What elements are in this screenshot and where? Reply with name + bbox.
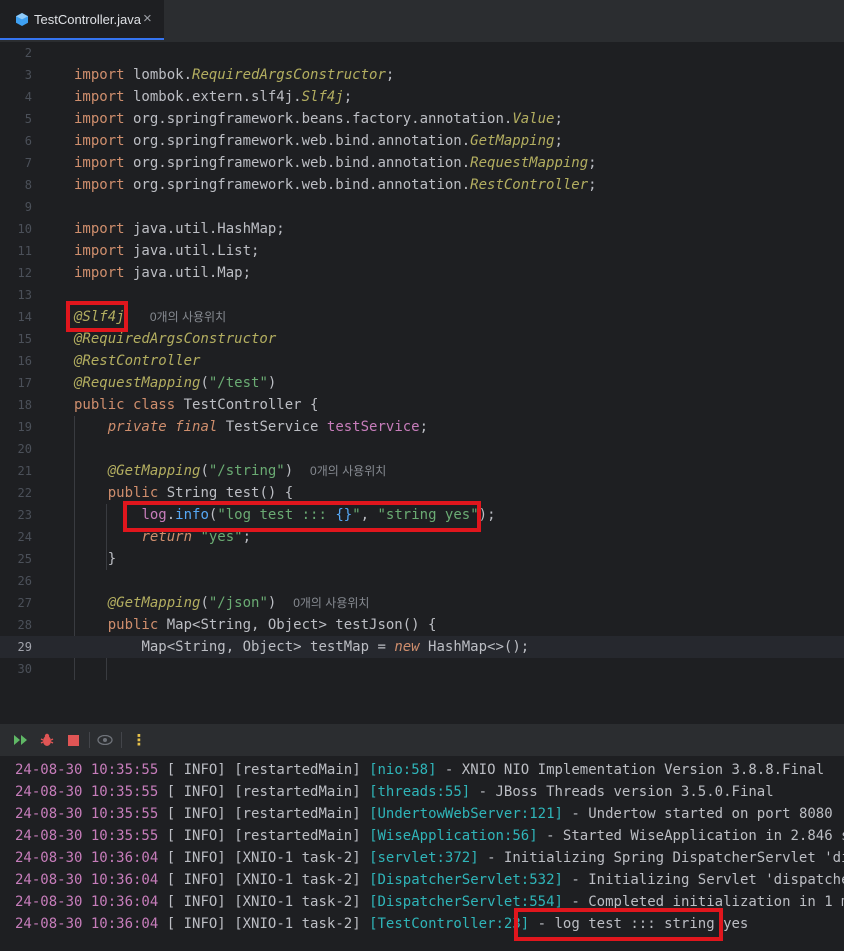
- code-line: 21 @GetMapping("/string") 0개의 사용위치: [17, 463, 387, 479]
- console-line: 24-08-30 10:35:55 [ INFO] [restartedMain…: [15, 784, 774, 800]
- stop-icon[interactable]: [65, 732, 81, 748]
- code-line: 10 import java.util.HashMap;: [17, 221, 285, 237]
- editor-tab-bar: TestController.java ×: [0, 0, 844, 43]
- code-line: 2: [24, 46, 32, 60]
- usage-hint: 0개의 사용위치: [293, 596, 370, 610]
- code-line: 7 import org.springframework.web.bind.an…: [24, 155, 597, 171]
- divider: [121, 732, 122, 748]
- tab-testcontroller[interactable]: TestController.java ×: [0, 0, 164, 40]
- debug-icon[interactable]: [39, 732, 55, 748]
- console-line: 24-08-30 10:35:55 [ INFO] [restartedMain…: [15, 762, 825, 778]
- rerun-icon[interactable]: [13, 732, 29, 748]
- code-line: 12 import java.util.Map;: [17, 265, 252, 281]
- code-line: 5 import org.springframework.beans.facto…: [24, 111, 563, 127]
- code-line: 16 @RestController: [17, 353, 201, 369]
- code-line: 3 import lombok.RequiredArgsConstructor;: [24, 67, 395, 83]
- console-line: 24-08-30 10:36:04 [ INFO] [XNIO-1 task-2…: [15, 850, 844, 866]
- code-line: 18 public class TestController {: [17, 397, 319, 413]
- highlight-slf4j: [66, 301, 128, 332]
- highlight-log-info: [123, 501, 481, 532]
- close-icon[interactable]: ×: [143, 10, 152, 27]
- code-line: 4 import lombok.extern.slf4j.Slf4j;: [24, 89, 353, 105]
- code-line: 6 import org.springframework.web.bind.an…: [24, 133, 563, 149]
- console-line: 24-08-30 10:35:55 [ INFO] [restartedMain…: [15, 806, 844, 822]
- run-toolbar: ⋮: [0, 724, 844, 756]
- divider: [89, 732, 90, 748]
- code-line: 28 public Map<String, Object> testJson()…: [17, 617, 437, 633]
- more-icon[interactable]: ⋮: [131, 731, 147, 749]
- code-line: 30: [17, 662, 32, 676]
- code-line: 27 @GetMapping("/json") 0개의 사용위치: [17, 595, 370, 611]
- usage-hint: 0개의 사용위치: [149, 310, 227, 324]
- current-code-line: 29 Map<String, Object> testMap = new Has…: [0, 636, 844, 658]
- usage-hint: 0개의 사용위치: [310, 464, 387, 478]
- code-editor[interactable]: 2 3 import lombok.RequiredArgsConstructo…: [0, 42, 844, 680]
- code-line: 17 @RequestMapping("/test"): [17, 375, 277, 391]
- console-line: 24-08-30 10:35:55 [ INFO] [restartedMain…: [15, 828, 844, 844]
- code-line: 9: [24, 200, 32, 214]
- code-line: 26: [17, 574, 32, 588]
- code-line: 19 private final TestService testService…: [17, 419, 429, 435]
- run-console[interactable]: 24-08-30 10:35:55 [ INFO] [restartedMain…: [0, 756, 844, 951]
- view-icon[interactable]: [97, 732, 113, 748]
- tab-label: TestController.java: [34, 12, 141, 27]
- console-line: 24-08-30 10:36:04 [ INFO] [XNIO-1 task-2…: [15, 872, 844, 888]
- code-line: 20: [17, 442, 32, 456]
- code-line: 8 import org.springframework.web.bind.an…: [24, 177, 597, 193]
- code-line: 25 }: [17, 551, 117, 567]
- panel-separator: [0, 680, 844, 724]
- highlight-log-output: [514, 908, 723, 941]
- java-class-icon: [16, 13, 28, 26]
- code-line: 11 import java.util.List;: [17, 243, 260, 259]
